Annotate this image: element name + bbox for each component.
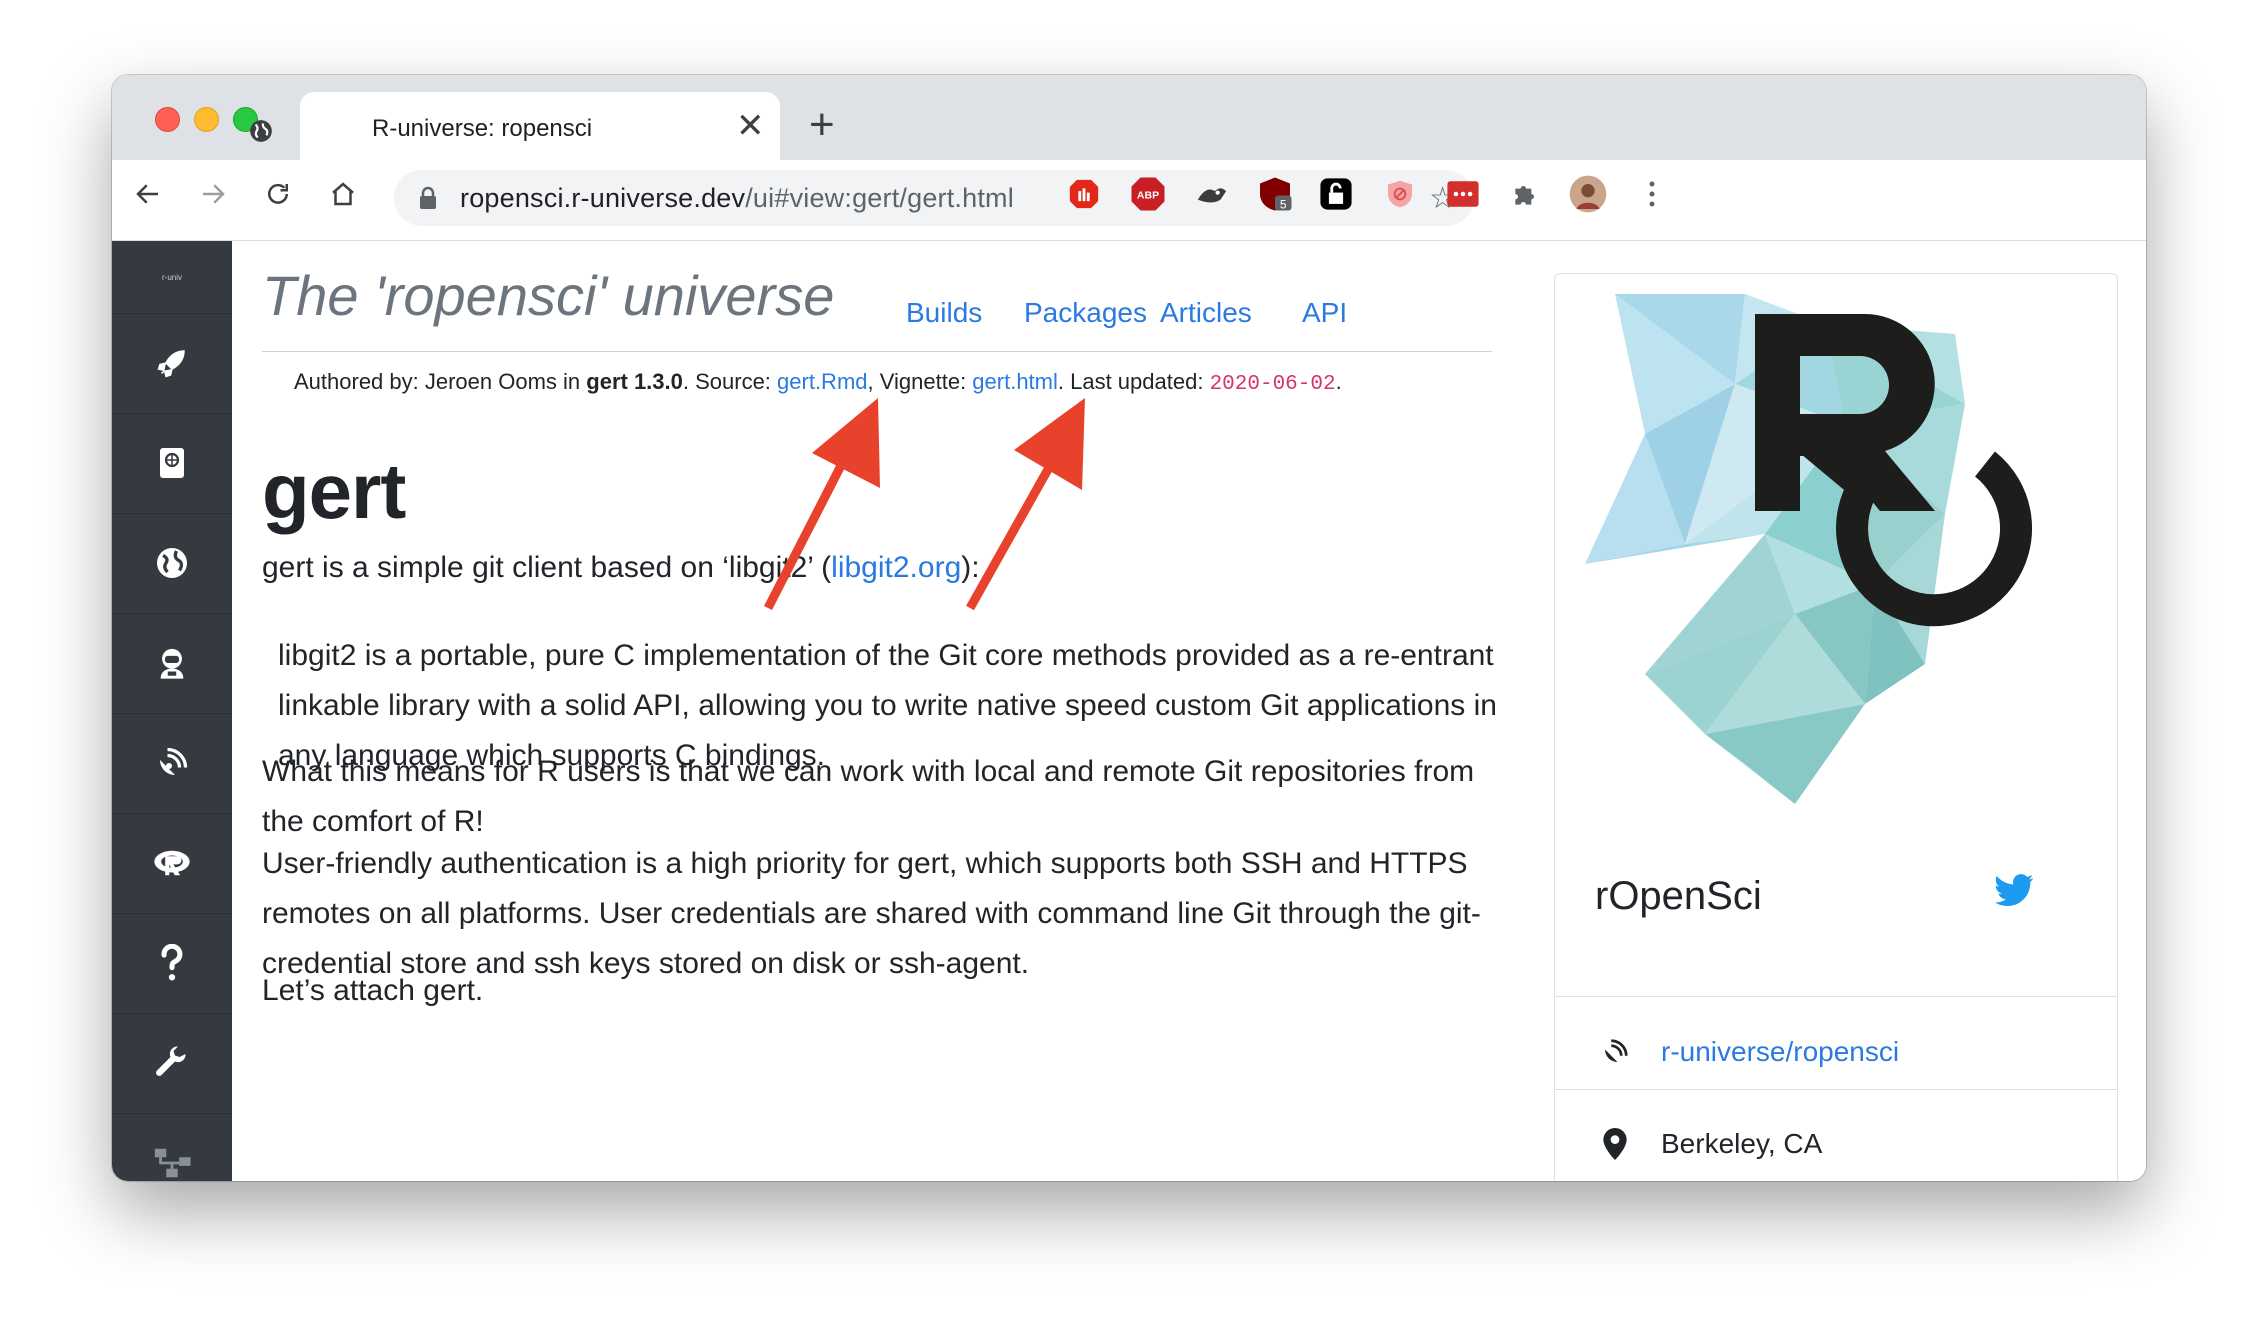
browser-window: R-universe: ropensci ✕ + ropensci.r-univ…: [112, 75, 2146, 1181]
password-manager-icon[interactable]: [1443, 174, 1483, 214]
twitter-icon[interactable]: [1995, 874, 2035, 908]
ropensci-logo: [1585, 294, 2033, 804]
adblock-plus-icon[interactable]: ABP: [1128, 174, 1168, 214]
sidebar-item-map[interactable]: [112, 513, 232, 614]
meta-vignette-label: , Vignette:: [867, 369, 973, 394]
privacy-shield-icon[interactable]: [1380, 174, 1420, 214]
paragraph-r-users: What this means for R users is that we c…: [262, 755, 1475, 838]
sidebar-item-r[interactable]: [112, 813, 232, 914]
paragraph-attach: Let’s attach gert.: [262, 974, 484, 1007]
nav-articles-link[interactable]: Articles: [1160, 297, 1252, 329]
dog-extension-icon[interactable]: [1192, 174, 1232, 214]
menu-kebab-icon[interactable]: [1632, 174, 1672, 214]
card-row-divider: [1555, 1089, 2117, 1090]
r-logo-icon: [154, 850, 190, 876]
sidebar-item-packages[interactable]: [112, 413, 232, 514]
article-title: gert: [262, 447, 406, 535]
site-title: The 'ropensci' universe: [262, 264, 835, 327]
globe-icon: [250, 120, 272, 142]
url-host: ropensci.r-universe.dev: [460, 183, 746, 213]
location-text: Berkeley, CA: [1661, 1128, 1823, 1159]
meta-author: Authored by: Jeroen Ooms in: [294, 369, 587, 394]
tab-close-button[interactable]: ✕: [736, 109, 765, 143]
nav-packages-link[interactable]: Packages: [1024, 297, 1147, 329]
vignette-html-link[interactable]: gert.html: [972, 369, 1058, 394]
sidebar-item-tools[interactable]: [112, 1013, 232, 1114]
ublock-badge: 5: [1280, 197, 1287, 211]
url-path: /ui#view:gert/gert.html: [745, 183, 1014, 213]
map-marker-icon: [1603, 1128, 1627, 1160]
sidebar-item-maintainers[interactable]: [112, 613, 232, 714]
globe-icon: [157, 548, 187, 578]
browser-toolbar: ropensci.r-universe.dev/ui#view:gert/ger…: [112, 160, 2146, 241]
wrench-icon: [156, 1046, 186, 1076]
meta-version: gert 1.3.0: [586, 369, 683, 394]
sidebar-item-help[interactable]: [112, 913, 232, 1014]
intro-paragraph: gert is a simple git client based on ‘li…: [262, 543, 1512, 593]
libgit2-link[interactable]: libgit2.org: [831, 551, 961, 584]
svg-text:ABP: ABP: [1137, 190, 1159, 202]
stop-ad-extension-icon[interactable]: [1064, 174, 1104, 214]
intro-text: gert is a simple git client based on ‘li…: [262, 551, 832, 584]
nav-builds-link[interactable]: Builds: [906, 297, 982, 329]
home-button[interactable]: [323, 174, 363, 214]
address-bar[interactable]: ropensci.r-universe.dev/ui#view:gert/ger…: [394, 170, 1474, 226]
book-icon: [160, 448, 184, 478]
url-text: ropensci.r-universe.dev/ui#view:gert/ger…: [460, 183, 1014, 214]
forward-button[interactable]: [193, 174, 233, 214]
ublock-icon[interactable]: 5: [1255, 174, 1295, 214]
org-name: rOpenSci: [1595, 874, 1762, 918]
card-divider: [1555, 996, 2117, 997]
back-button[interactable]: [128, 174, 168, 214]
user-astronaut-icon: [160, 648, 184, 679]
source-rmd-link[interactable]: gert.Rmd: [777, 369, 867, 394]
universe-link[interactable]: r-universe/ropensci: [1661, 1036, 1899, 1068]
intro-suffix: ):: [961, 551, 980, 584]
meta-updated-date: 2020-06-02: [1209, 373, 1336, 396]
sitemap-icon: [154, 1148, 191, 1178]
meta-suffix: .: [1335, 369, 1342, 394]
article-meta: Authored by: Jeroen Ooms in gert 1.3.0. …: [294, 369, 1342, 396]
page-content: r-univ The 'ropensci' universe Builds Pa…: [112, 241, 2146, 1181]
arrow-right-icon: [203, 184, 225, 204]
home-icon: [332, 182, 354, 206]
rocket-icon: [157, 350, 185, 378]
tab-bar: R-universe: ropensci ✕ +: [112, 75, 2146, 160]
sidebar: r-univ: [112, 241, 232, 1181]
puzzle-extensions-icon[interactable]: [1506, 174, 1546, 214]
close-window-button[interactable]: [155, 107, 180, 132]
universe-row: r-universe/ropensci: [1595, 1036, 1899, 1068]
sidebar-item-builds[interactable]: [112, 313, 232, 414]
location-row: Berkeley, CA: [1595, 1128, 1822, 1160]
meta-source-label: . Source:: [682, 369, 778, 394]
sidebar-item-api[interactable]: [112, 713, 232, 814]
meta-updated-label: . Last updated:: [1057, 369, 1210, 394]
nav-api-link[interactable]: API: [1302, 297, 1347, 329]
sidebar-logo[interactable]: r-univ: [112, 241, 232, 314]
profile-card: rOpenSci r-universe/ropensci Berkeley, C…: [1554, 273, 2118, 1181]
header-divider: [262, 351, 1492, 352]
minimize-window-button[interactable]: [194, 107, 219, 132]
new-tab-button[interactable]: +: [809, 103, 835, 147]
lock-icon: [420, 186, 436, 209]
satellite-dish-icon: [160, 747, 188, 775]
profile-avatar[interactable]: [1568, 174, 1608, 214]
tab-title: R-universe: ropensci: [372, 115, 593, 142]
lock-extension-icon[interactable]: [1316, 174, 1356, 214]
satellite-dish-icon: [1605, 1039, 1628, 1062]
question-icon: [161, 944, 183, 981]
reload-button[interactable]: [258, 174, 298, 214]
sidebar-item-sitemap[interactable]: [112, 1113, 232, 1181]
reload-icon: [268, 183, 288, 204]
arrow-left-icon: [136, 184, 158, 204]
